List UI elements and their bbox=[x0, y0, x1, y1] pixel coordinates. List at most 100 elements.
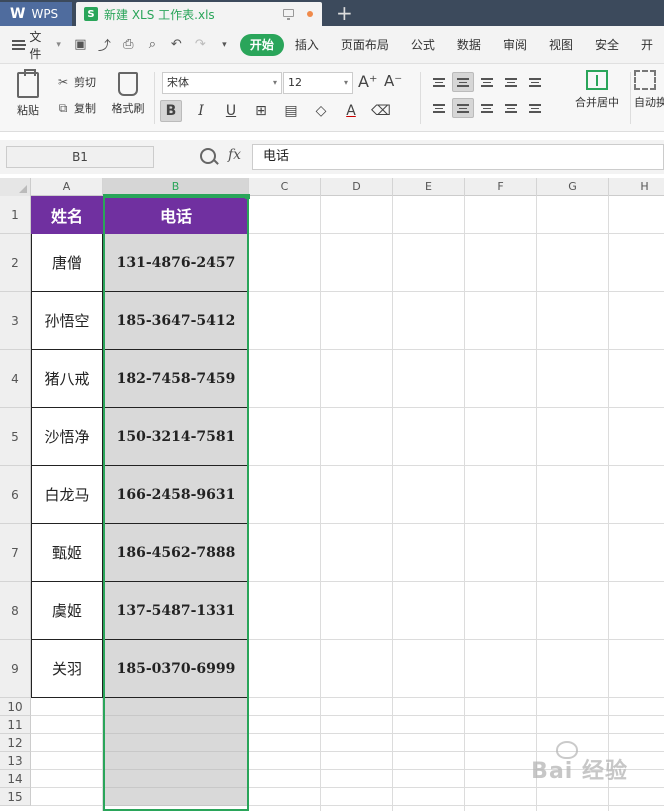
cut-button[interactable]: ✂ 剪切 bbox=[56, 74, 96, 90]
row-header-6[interactable]: 6 bbox=[0, 466, 31, 524]
name-cell[interactable]: 唐僧 bbox=[31, 234, 103, 292]
formula-input[interactable]: 电话 bbox=[252, 144, 664, 170]
column-header-f[interactable]: F bbox=[465, 178, 537, 196]
phone-cell[interactable]: 185-0370-6999 bbox=[103, 640, 249, 698]
redo-icon[interactable]: ↷ bbox=[193, 37, 208, 52]
font-size-select[interactable]: 12 ▾ bbox=[283, 72, 353, 94]
cell-b1-header[interactable]: 电话 bbox=[103, 196, 249, 234]
distributed-icon[interactable] bbox=[524, 98, 546, 118]
print-preview-icon[interactable]: ⌕ bbox=[145, 37, 160, 52]
align-center-icon[interactable] bbox=[452, 98, 474, 118]
row-header-15[interactable]: 15 bbox=[0, 788, 31, 806]
fill-color-icon[interactable]: ◇ bbox=[310, 100, 332, 122]
zoom-search-icon[interactable] bbox=[200, 148, 216, 164]
phone-cell[interactable]: 137-5487-1331 bbox=[103, 582, 249, 640]
row-header-5[interactable]: 5 bbox=[0, 408, 31, 466]
save-icon[interactable]: ▣ bbox=[73, 37, 88, 52]
phone-cell[interactable]: 166-2458-9631 bbox=[103, 466, 249, 524]
paste-button[interactable]: 粘贴 bbox=[8, 69, 48, 126]
tab-data[interactable]: 数据 bbox=[446, 34, 492, 56]
tab-page-layout[interactable]: 页面布局 bbox=[330, 34, 400, 56]
name-cell[interactable]: 甄姬 bbox=[31, 524, 103, 582]
font-name-select[interactable]: 宋体 ▾ bbox=[162, 72, 282, 94]
font-color-icon[interactable]: A bbox=[340, 100, 362, 122]
row-header-4[interactable]: 4 bbox=[0, 350, 31, 408]
wrap-text-button[interactable]: 自动换 bbox=[634, 70, 664, 110]
align-left-icon[interactable] bbox=[428, 98, 450, 118]
eraser-icon[interactable]: ⌫ bbox=[370, 100, 392, 122]
column-header-g[interactable]: G bbox=[537, 178, 609, 196]
empty-selected-cell[interactable] bbox=[103, 716, 249, 734]
column-header-a[interactable]: A bbox=[31, 178, 103, 196]
file-menu-button[interactable]: 文件 ▾ bbox=[12, 28, 61, 62]
borders-icon[interactable]: ⊞ bbox=[250, 100, 272, 122]
row-header-10[interactable]: 10 bbox=[0, 698, 31, 716]
fx-icon[interactable]: fx bbox=[228, 147, 241, 163]
row-header-12[interactable]: 12 bbox=[0, 734, 31, 752]
phone-cell[interactable]: 150-3214-7581 bbox=[103, 408, 249, 466]
tab-security[interactable]: 安全 bbox=[584, 34, 630, 56]
name-box[interactable]: B1 bbox=[6, 146, 154, 168]
name-cell[interactable]: 猪八戒 bbox=[31, 350, 103, 408]
wps-home-tab[interactable]: W WPS bbox=[0, 2, 72, 26]
tab-formulas[interactable]: 公式 bbox=[400, 34, 446, 56]
tab-view[interactable]: 视图 bbox=[538, 34, 584, 56]
print-icon[interactable]: ⎙ bbox=[121, 37, 136, 52]
fill-handle[interactable] bbox=[245, 194, 250, 199]
phone-cell[interactable]: 182-7458-7459 bbox=[103, 350, 249, 408]
row-header-2[interactable]: 2 bbox=[0, 234, 31, 292]
row-header-14[interactable]: 14 bbox=[0, 770, 31, 788]
name-cell[interactable]: 关羽 bbox=[31, 640, 103, 698]
increase-font-icon[interactable]: A⁺ bbox=[358, 72, 377, 91]
increase-indent-icon[interactable] bbox=[524, 72, 546, 92]
phone-cell[interactable]: 131-4876-2457 bbox=[103, 234, 249, 292]
italic-icon[interactable]: I bbox=[190, 100, 212, 122]
tab-review[interactable]: 审阅 bbox=[492, 34, 538, 56]
format-painter-button[interactable]: 格式刷 bbox=[108, 70, 148, 126]
phone-cell[interactable]: 186-4562-7888 bbox=[103, 524, 249, 582]
row-header-13[interactable]: 13 bbox=[0, 752, 31, 770]
empty-selected-cell[interactable] bbox=[103, 734, 249, 752]
merge-center-button[interactable]: 合并居中 bbox=[566, 70, 628, 110]
document-tab[interactable]: S 新建 XLS 工作表.xls bbox=[76, 2, 322, 26]
align-right-icon[interactable] bbox=[476, 98, 498, 118]
align-bottom-icon[interactable] bbox=[476, 72, 498, 92]
column-header-h[interactable]: H bbox=[609, 178, 664, 196]
name-cell[interactable]: 孙悟空 bbox=[31, 292, 103, 350]
name-cell[interactable]: 白龙马 bbox=[31, 466, 103, 524]
fill-pattern-icon[interactable]: ▤ bbox=[280, 100, 302, 122]
justify-icon[interactable] bbox=[500, 98, 522, 118]
empty-selected-cell[interactable] bbox=[103, 770, 249, 788]
column-header-e[interactable]: E bbox=[393, 178, 465, 196]
copy-button[interactable]: ⧉ 复制 bbox=[56, 100, 96, 116]
tab-home[interactable]: 开始 bbox=[239, 33, 284, 56]
align-middle-icon[interactable] bbox=[452, 72, 474, 92]
decrease-indent-icon[interactable] bbox=[500, 72, 522, 92]
column-header-c[interactable]: C bbox=[249, 178, 321, 196]
export-icon[interactable]: ⤴ bbox=[97, 37, 112, 54]
tab-developer[interactable]: 开 bbox=[630, 34, 664, 56]
decrease-font-icon[interactable]: A⁻ bbox=[384, 72, 402, 90]
empty-selected-cell[interactable] bbox=[103, 788, 249, 806]
name-cell[interactable]: 虞姬 bbox=[31, 582, 103, 640]
underline-icon[interactable]: U bbox=[220, 100, 242, 122]
row-header-7[interactable]: 7 bbox=[0, 524, 31, 582]
empty-selected-cell[interactable] bbox=[103, 698, 249, 716]
row-header-11[interactable]: 11 bbox=[0, 716, 31, 734]
phone-cell[interactable]: 185-3647-5412 bbox=[103, 292, 249, 350]
empty-selected-cell[interactable] bbox=[103, 752, 249, 770]
row-header-3[interactable]: 3 bbox=[0, 292, 31, 350]
select-all-corner[interactable] bbox=[0, 178, 31, 196]
row-header-9[interactable]: 9 bbox=[0, 640, 31, 698]
cell-a1-header[interactable]: 姓名 bbox=[31, 196, 103, 234]
column-header-b[interactable]: B bbox=[103, 178, 249, 196]
undo-icon[interactable]: ↶ bbox=[169, 37, 184, 52]
bold-icon[interactable]: B bbox=[160, 100, 182, 122]
row-header-8[interactable]: 8 bbox=[0, 582, 31, 640]
monitor-icon[interactable] bbox=[283, 9, 294, 20]
column-header-d[interactable]: D bbox=[321, 178, 393, 196]
name-cell[interactable]: 沙悟净 bbox=[31, 408, 103, 466]
new-tab-button[interactable]: + bbox=[336, 2, 353, 24]
align-top-icon[interactable] bbox=[428, 72, 450, 92]
row-header-1[interactable]: 1 bbox=[0, 196, 31, 234]
